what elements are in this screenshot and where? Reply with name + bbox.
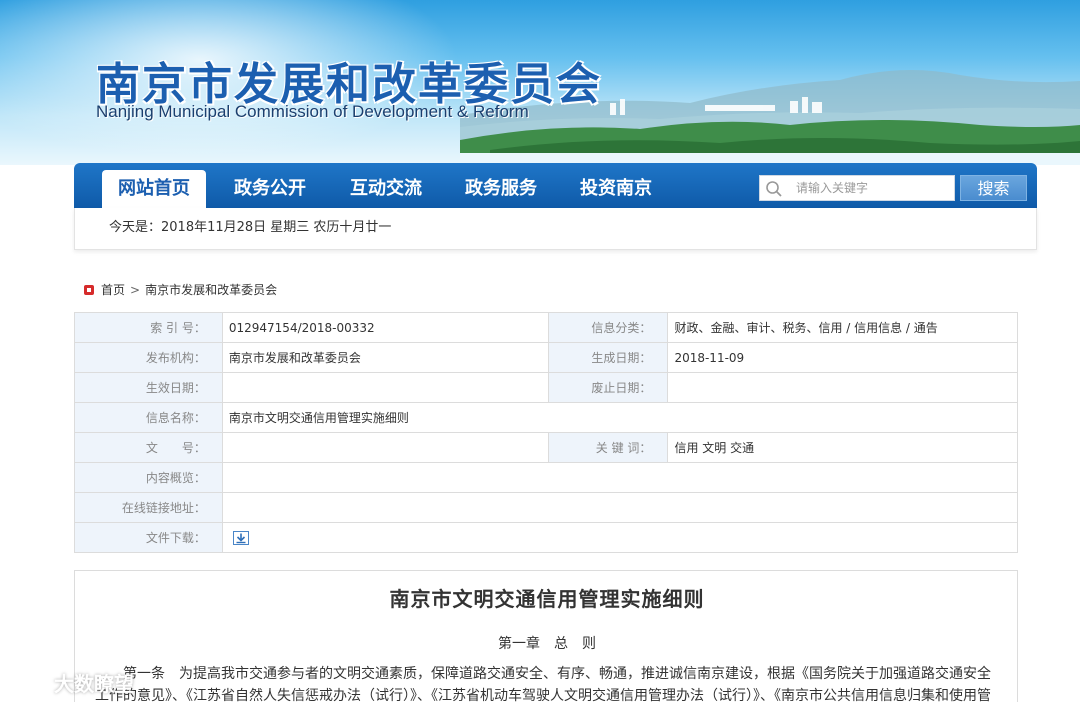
index-label: 索 引 号： — [74, 312, 223, 343]
category-value: 财政、金融、审计、税务、信用 / 信用信息 / 通告 — [667, 312, 1018, 343]
home-location-icon — [84, 285, 94, 295]
nav-item-interaction[interactable]: 互动交流 — [340, 170, 432, 208]
online-link-label: 在线链接地址： — [74, 492, 223, 523]
abolish-date-value — [667, 372, 1018, 403]
search-box — [759, 175, 955, 201]
table-row: 信息名称： 南京市文明交通信用管理实施细则 — [74, 402, 1019, 433]
created-date-value: 2018-11-09 — [667, 342, 1018, 373]
online-link-value — [221, 492, 1019, 523]
table-row: 发布机构： 南京市发展和改革委员会 生成日期： 2018-11-09 — [74, 342, 1018, 373]
document-info-table: 索 引 号： 012947154/2018-00332 信息分类： 财政、金融、… — [74, 312, 1019, 553]
nav-item-gov-services[interactable]: 政务服务 — [455, 170, 547, 208]
keywords-label: 关 键 词： — [547, 432, 669, 463]
publisher-value: 南京市发展和改革委员会 — [221, 342, 549, 373]
search-button[interactable]: 搜索 — [960, 175, 1027, 201]
nav-item-home[interactable]: 网站首页 — [102, 170, 206, 208]
chapter-heading: 第一章 总 则 — [498, 636, 596, 652]
nav-item-invest-nanjing[interactable]: 投资南京 — [570, 170, 662, 208]
breadcrumb: 首页 > 南京市发展和改革委员会 — [84, 281, 277, 299]
search-input[interactable] — [796, 179, 950, 197]
table-row: 生效日期： 废止日期： — [74, 372, 1018, 403]
article-body: 南京市文明交通信用管理实施细则 第一章 总 则 第一条 为提高我市交通参与者的文… — [74, 570, 1018, 702]
overview-label: 内容概览： — [74, 462, 223, 493]
breadcrumb-current[interactable]: 南京市发展和改革委员会 — [145, 281, 277, 299]
breadcrumb-separator: > — [130, 283, 141, 297]
info-name-label: 信息名称： — [74, 402, 223, 433]
site-subtitle: Nanjing Municipal Commission of Developm… — [96, 102, 529, 121]
file-download-label: 文件下载： — [74, 522, 223, 553]
header-banner: 南京市发展和改革委员会 Nanjing Municipal Commission… — [0, 0, 1080, 165]
doc-number-value — [221, 432, 549, 463]
effective-date-label: 生效日期： — [74, 372, 223, 403]
info-name-value: 南京市文明交通信用管理实施细则 — [221, 402, 1019, 433]
file-download-cell — [221, 522, 1019, 553]
table-row: 内容概览： — [74, 462, 1019, 493]
table-row: 在线链接地址： — [74, 492, 1019, 523]
search-icon — [766, 181, 782, 197]
watermark-text: 大数瞭望 — [54, 671, 134, 696]
weibo-logo-icon — [9, 672, 45, 694]
breadcrumb-home-link[interactable]: 首页 — [101, 281, 125, 299]
watermark: 大数瞭望 — [8, 667, 134, 697]
article-paragraph: 第一条 为提高我市交通参与者的文明交通素质，保障道路交通安全、有序、畅通，推进诚… — [95, 666, 991, 702]
index-value: 012947154/2018-00332 — [221, 312, 549, 343]
table-row: 索 引 号： 012947154/2018-00332 信息分类： 财政、金融、… — [74, 312, 1018, 343]
overview-value — [221, 462, 1019, 493]
download-icon[interactable] — [232, 530, 249, 545]
keywords-value: 信用 文明 交通 — [667, 432, 1018, 463]
category-label: 信息分类： — [547, 312, 669, 343]
effective-date-value — [221, 372, 549, 403]
current-date-text: 今天是：2018年11月28日 星期三 农历十月廿一 — [109, 220, 392, 235]
nav-item-gov-affairs[interactable]: 政务公开 — [224, 170, 316, 208]
doc-number-label: 文 号： — [74, 432, 223, 463]
created-date-label: 生成日期： — [547, 342, 669, 373]
publisher-label: 发布机构： — [74, 342, 223, 373]
table-row: 文件下载： — [74, 522, 1019, 553]
abolish-date-label: 废止日期： — [547, 372, 669, 403]
date-bar: 今天是：2018年11月28日 星期三 农历十月廿一 — [74, 208, 1037, 250]
table-row: 文 号： 关 键 词： 信用 文明 交通 — [74, 432, 1018, 463]
article-title: 南京市文明交通信用管理实施细则 — [389, 587, 705, 611]
